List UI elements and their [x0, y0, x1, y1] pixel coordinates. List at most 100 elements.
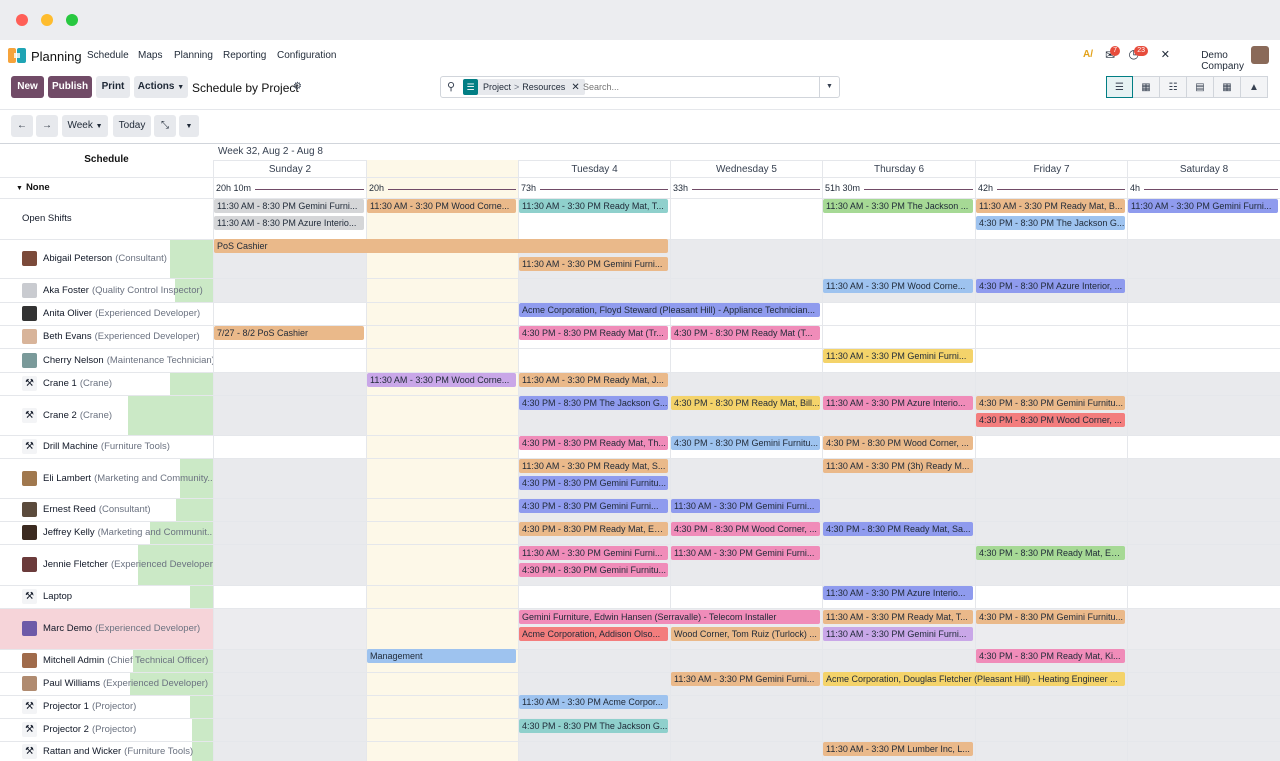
new-button[interactable]: New [11, 76, 44, 98]
switch-company-icon[interactable]: ✕ [1161, 48, 1170, 61]
shift-pill[interactable]: 11:30 AM - 8:30 PM Gemini Furni... [214, 199, 364, 213]
row-header[interactable]: ⚒ Projector 2 (Projector) [0, 718, 213, 741]
shift-pill[interactable]: 4:30 PM - 8:30 PM Gemini Furnitu... [519, 563, 668, 577]
shift-pill[interactable]: Gemini Furniture, Edwin Hansen (Serraval… [519, 610, 820, 624]
actions-dropdown[interactable]: Actions ▼ [134, 76, 188, 98]
shift-pill[interactable]: 4:30 PM - 8:30 PM Ready Mat, Th... [519, 436, 668, 450]
more-options-button[interactable]: ▼ [179, 115, 199, 137]
shift-pill[interactable]: 4:30 PM - 8:30 PM Azure Interior, ... [976, 279, 1125, 293]
search-facet[interactable]: ☰ Project > Resources ✕ [463, 79, 585, 95]
close-window-icon[interactable] [16, 14, 28, 26]
scale-dropdown[interactable]: Week ▼ [62, 115, 108, 137]
shift-pill[interactable]: 11:30 AM - 3:30 PM Gemini Furni... [823, 349, 973, 363]
calendar-view-button[interactable]: ▦ [1133, 76, 1160, 98]
search-icon[interactable]: ⚲ [447, 80, 455, 93]
publish-button[interactable]: Publish [48, 76, 92, 98]
shift-pill[interactable]: 4:30 PM - 8:30 PM Ready Mat, Ki... [976, 649, 1125, 663]
row-header[interactable]: ⚒ Crane 1 (Crane) [0, 372, 213, 395]
next-button[interactable]: → [36, 115, 58, 137]
expand-button[interactable]: ⤡ [154, 115, 176, 137]
shift-pill[interactable]: 4:30 PM - 8:30 PM Gemini Furni... [519, 499, 668, 513]
shift-pill[interactable]: 4:30 PM - 8:30 PM Wood Corner, ... [671, 522, 820, 536]
shift-pill[interactable]: 4:30 PM - 8:30 PM The Jackson G... [519, 396, 668, 410]
row-header[interactable]: Paul Williams (Experienced Developer) [0, 672, 213, 695]
shift-pill[interactable]: 4:30 PM - 8:30 PM Gemini Furnitu... [976, 396, 1125, 410]
shift-pill[interactable]: Acme Corporation, Douglas Fletcher (Plea… [823, 672, 1125, 686]
remove-facet-icon[interactable]: ✕ [571, 82, 579, 93]
menu-maps[interactable]: Maps [138, 50, 162, 61]
maximize-window-icon[interactable] [66, 14, 78, 26]
previous-button[interactable]: ← [11, 115, 33, 137]
row-header[interactable]: Ernest Reed (Consultant) [0, 498, 213, 521]
shift-pill[interactable]: 7/27 - 8/2 PoS Cashier [214, 326, 364, 340]
user-avatar[interactable] [1251, 46, 1269, 64]
shift-pill[interactable]: 11:30 AM - 3:30 PM Ready Mat, T... [519, 199, 668, 213]
row-header[interactable]: Cherry Nelson (Maintenance Technician) [0, 348, 213, 372]
shift-pill[interactable]: 11:30 AM - 3:30 PM (3h) Ready M... [823, 459, 973, 473]
shift-pill[interactable]: 11:30 AM - 3:30 PM Gemini Furni... [671, 499, 820, 513]
shift-pill[interactable]: 11:30 AM - 3:30 PM Gemini Furni... [519, 546, 668, 560]
minimize-window-icon[interactable] [41, 14, 53, 26]
search-input[interactable] [583, 79, 813, 95]
shift-pill[interactable]: 4:30 PM - 8:30 PM The Jackson G... [976, 216, 1125, 230]
company-switcher[interactable]: Demo Company [1201, 50, 1244, 72]
shift-pill[interactable]: 11:30 AM - 3:30 PM The Jackson ... [823, 199, 973, 213]
shift-pill[interactable]: 4:30 PM - 8:30 PM Gemini Furnitu... [519, 476, 668, 490]
shift-pill[interactable]: 4:30 PM - 8:30 PM Ready Mat (Tr... [519, 326, 668, 340]
row-header[interactable]: ⚒ Laptop [0, 585, 213, 608]
shift-pill[interactable]: 4:30 PM - 8:30 PM Ready Mat, Edi... [976, 546, 1125, 560]
shift-pill[interactable]: Management [367, 649, 516, 663]
shift-pill[interactable]: 11:30 AM - 3:30 PM Gemini Furni... [671, 672, 820, 686]
shift-pill[interactable]: Acme Corporation, Floyd Steward (Pleasan… [519, 303, 820, 317]
row-header[interactable]: Beth Evans (Experienced Developer) [0, 325, 213, 348]
row-header[interactable]: ⚒ Crane 2 (Crane) [0, 395, 213, 435]
row-header[interactable]: Eli Lambert (Marketing and Community... [0, 458, 213, 498]
shift-pill[interactable]: 11:30 AM - 3:30 PM Ready Mat, B... [976, 199, 1125, 213]
shift-pill[interactable]: 11:30 AM - 3:30 PM Acme Corpor... [519, 695, 668, 709]
row-header[interactable]: Abigail Peterson (Consultant) [0, 239, 213, 278]
shift-pill[interactable]: 4:30 PM - 8:30 PM Gemini Furnitu... [976, 610, 1125, 624]
shift-pill[interactable]: 4:30 PM - 8:30 PM Wood Corner, ... [823, 436, 973, 450]
menu-reporting[interactable]: Reporting [223, 50, 266, 61]
graph-view-button[interactable]: ▲ [1241, 76, 1268, 98]
row-header[interactable]: Marc Demo (Experienced Developer) [0, 608, 213, 649]
shift-pill[interactable]: 4:30 PM - 8:30 PM Ready Mat, Bill... [671, 396, 820, 410]
shift-pill[interactable]: 11:30 AM - 3:30 PM Lumber Inc, L... [823, 742, 973, 756]
pivot-view-button[interactable]: ▦ [1214, 76, 1241, 98]
shift-pill[interactable]: 11:30 AM - 8:30 PM Azure Interio... [214, 216, 364, 230]
menu-planning[interactable]: Planning [174, 50, 213, 61]
shift-pill[interactable]: 11:30 AM - 3:30 PM Gemini Furni... [519, 257, 668, 271]
shift-pill[interactable]: 11:30 AM - 3:30 PM Ready Mat, J... [519, 373, 668, 387]
row-header[interactable]: Anita Oliver (Experienced Developer) [0, 302, 213, 325]
row-header[interactable]: Aka Foster (Quality Control Inspector) [0, 278, 213, 302]
planning-app-icon[interactable] [8, 48, 26, 63]
gear-icon[interactable]: ⚙ [293, 81, 302, 92]
shift-pill[interactable]: 11:30 AM - 3:30 PM Ready Mat, S... [519, 459, 668, 473]
shift-pill[interactable]: 4:30 PM - 8:30 PM Gemini Furnitu... [671, 436, 820, 450]
gantt-view-button[interactable]: ☰ [1106, 76, 1133, 98]
shift-pill[interactable]: PoS Cashier [214, 239, 668, 253]
shift-pill[interactable]: 11:30 AM - 3:30 PM Gemini Furni... [823, 627, 973, 641]
shift-pill[interactable]: 11:30 AM - 3:30 PM Ready Mat, T... [823, 610, 973, 624]
shift-pill[interactable]: Wood Corner, Tom Ruiz (Turlock) ... [671, 627, 820, 641]
shift-pill[interactable]: 11:30 AM - 3:30 PM Wood Corne... [823, 279, 973, 293]
shift-pill[interactable]: 4:30 PM - 8:30 PM Wood Corner, ... [976, 413, 1125, 427]
shift-pill[interactable]: 4:30 PM - 8:30 PM Ready Mat (T... [671, 326, 820, 340]
today-button[interactable]: Today [113, 115, 151, 137]
shift-pill[interactable]: Acme Corporation, Addison Olso... [519, 627, 668, 641]
menu-configuration[interactable]: Configuration [277, 50, 336, 61]
group-row-none[interactable]: ▼ None [16, 182, 50, 193]
shift-pill[interactable]: 11:30 AM - 3:30 PM Wood Corne... [367, 199, 516, 213]
ai-assistant-icon[interactable]: A/ [1083, 49, 1093, 60]
menu-schedule[interactable]: Schedule [87, 50, 129, 61]
shift-pill[interactable]: 4:30 PM - 8:30 PM The Jackson G... [519, 719, 668, 733]
print-button[interactable]: Print [96, 76, 130, 98]
row-header[interactable]: ⚒ Drill Machine (Furniture Tools) [0, 435, 213, 458]
shift-pill[interactable]: 11:30 AM - 3:30 PM Gemini Furni... [671, 546, 820, 560]
row-header[interactable]: Jeffrey Kelly (Marketing and Communit... [0, 521, 213, 544]
row-header[interactable]: Open Shifts [0, 198, 213, 239]
shift-pill[interactable]: 11:30 AM - 3:30 PM Gemini Furni... [1128, 199, 1278, 213]
app-name[interactable]: Planning [31, 49, 82, 64]
row-header[interactable]: ⚒ Projector 1 (Projector) [0, 695, 213, 718]
row-header[interactable]: ⚒ Rattan and Wicker (Furniture Tools) [0, 741, 213, 761]
